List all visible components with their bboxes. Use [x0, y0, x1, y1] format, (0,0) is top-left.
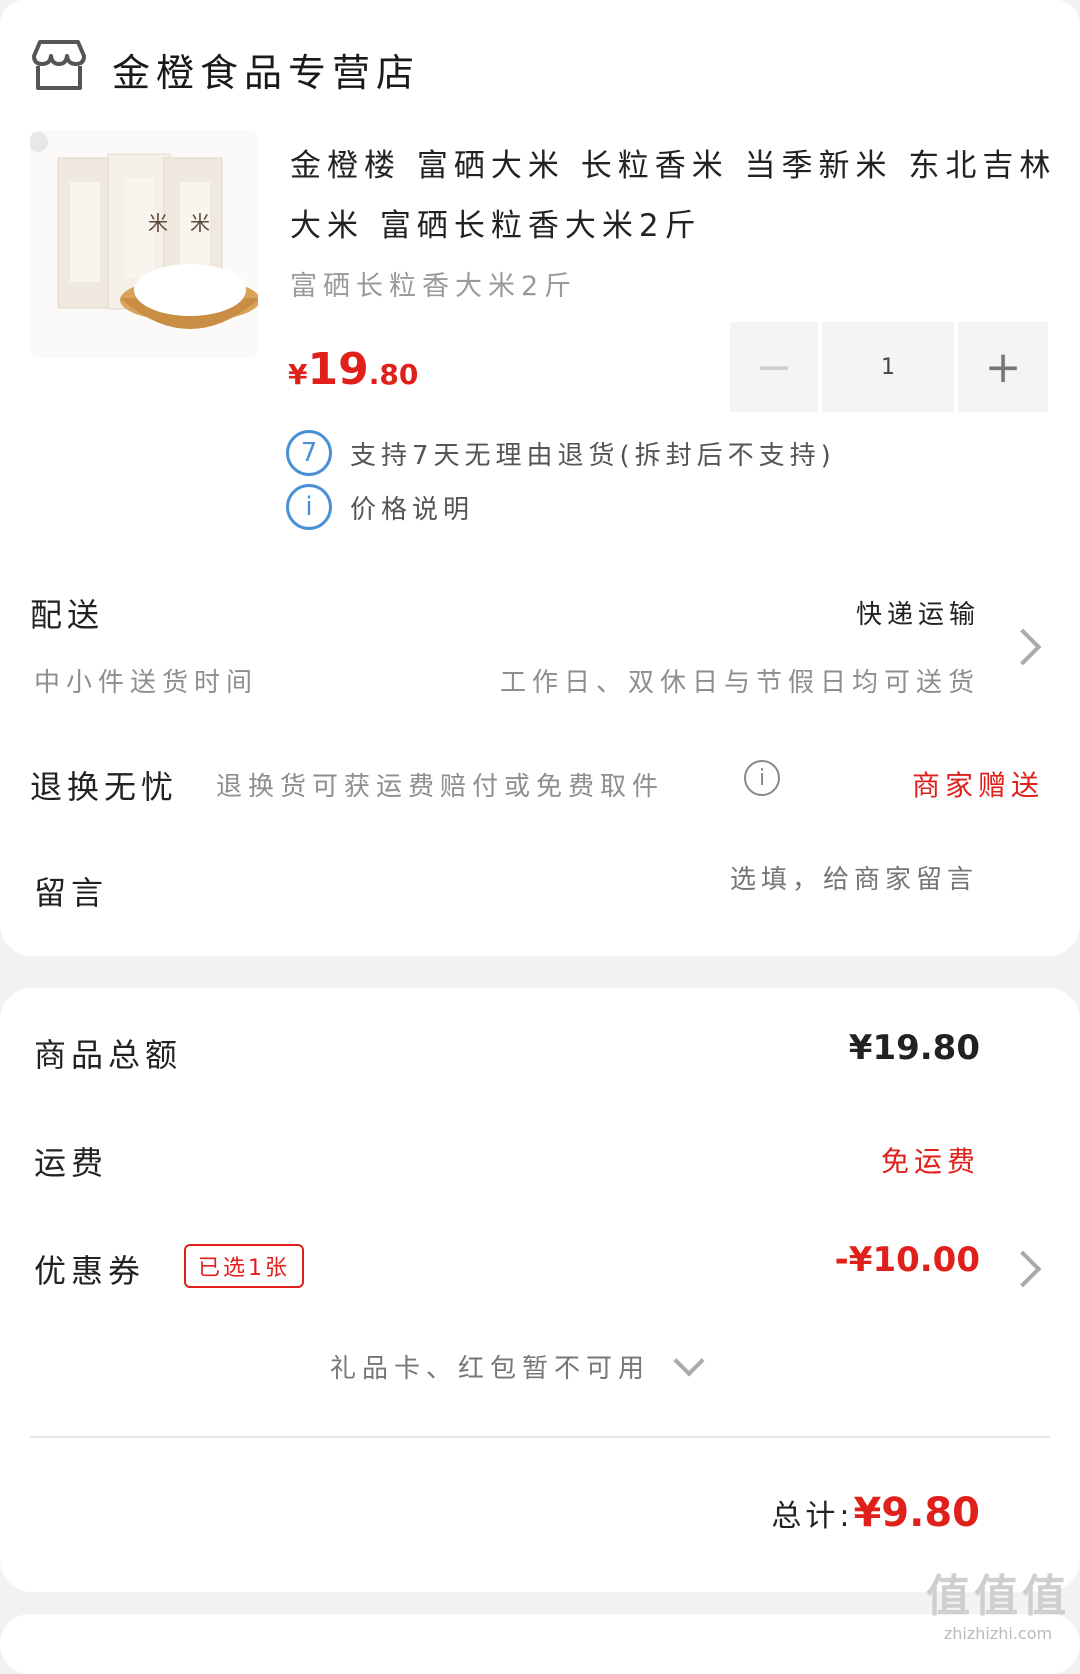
shipping-value: 免运费: [880, 1145, 980, 1178]
total-label: 总计:: [771, 1499, 854, 1534]
coupon-value[interactable]: -¥10.00: [835, 1240, 980, 1280]
info-icon[interactable]: i: [744, 760, 780, 796]
info-icon: i: [286, 484, 332, 530]
decrease-button[interactable]: −: [730, 322, 818, 412]
chevron-down-icon: [673, 1344, 705, 1377]
total-value: ¥9.80: [853, 1490, 980, 1536]
increase-button[interactable]: +: [958, 322, 1048, 412]
giftcard-text: 礼品卡、红包暂不可用: [330, 1354, 651, 1384]
product-spec: 富硒长粒香大米2斤: [290, 271, 578, 302]
message-input[interactable]: [476, 864, 980, 896]
watermark: 值值值 zhizhizhi.com: [926, 1560, 1070, 1643]
price-integer: 19: [307, 344, 369, 395]
seven-day-return-icon: 7: [286, 430, 332, 476]
coupon-selected-badge: 已选1张: [184, 1244, 304, 1288]
return-service-tag: 商家赠送: [911, 769, 1044, 802]
delivery-method[interactable]: 快递运输: [856, 594, 980, 631]
delivery-time-label: 中小件送货时间: [34, 668, 259, 698]
product-image[interactable]: 米 米: [30, 130, 258, 358]
return-service-label: 退换无忧: [30, 768, 179, 806]
price-info-text: 价格说明: [350, 494, 475, 525]
quantity-stepper: − 1 +: [730, 322, 1050, 412]
watermark-url: zhizhizhi.com: [943, 1624, 1053, 1643]
chevron-right-icon[interactable]: [1004, 1250, 1042, 1288]
price-decimal: .80: [368, 358, 419, 391]
giftcard-toggle[interactable]: 礼品卡、红包暂不可用: [330, 1344, 705, 1385]
coupon-label: 优惠券: [34, 1252, 146, 1290]
order-item-card: 金橙食品专营店 米 米 金橙楼 富硒大米 长粒香米 当季新米 东北吉林大米 富硒…: [0, 0, 1080, 956]
store-name[interactable]: 金橙食品专营店: [112, 42, 420, 97]
goods-total-label: 商品总额: [34, 1036, 183, 1074]
next-card: [0, 1614, 1080, 1674]
divider: [30, 1436, 1050, 1438]
message-label: 留言: [34, 874, 109, 912]
delivery-time-value: 工作日、双休日与节假日均可送货: [499, 668, 980, 698]
return-service-desc: 退换货可获运费赔付或免费取件: [216, 772, 665, 802]
delivery-label: 配送: [30, 596, 105, 634]
price-info-row[interactable]: i 价格说明: [286, 484, 474, 530]
order-summary-card: 商品总额 ¥19.80 运费 免运费 优惠券 已选1张 -¥10.00 礼品卡、…: [0, 988, 1080, 1592]
svg-text:米: 米: [148, 211, 168, 235]
price-currency: ¥: [288, 358, 308, 391]
goods-total-value: ¥19.80: [848, 1028, 980, 1068]
shipping-label: 运费: [34, 1144, 109, 1182]
watermark-logo: 值值值: [926, 1571, 1070, 1622]
svg-text:米: 米: [190, 211, 210, 235]
product-price: ¥19.80: [288, 344, 418, 395]
grand-total: 总计: ¥9.80: [771, 1490, 980, 1536]
return-policy-text: 支持7天无理由退货(拆封后不支持): [350, 440, 836, 471]
quantity-value[interactable]: 1: [822, 322, 954, 412]
return-policy-row[interactable]: 7 支持7天无理由退货(拆封后不支持): [286, 430, 836, 476]
store-icon: [32, 40, 86, 90]
product-title[interactable]: 金橙楼 富硒大米 长粒香米 当季新米 东北吉林大米 富硒长粒香大米2斤: [290, 136, 1060, 256]
chevron-right-icon[interactable]: [1004, 628, 1042, 666]
